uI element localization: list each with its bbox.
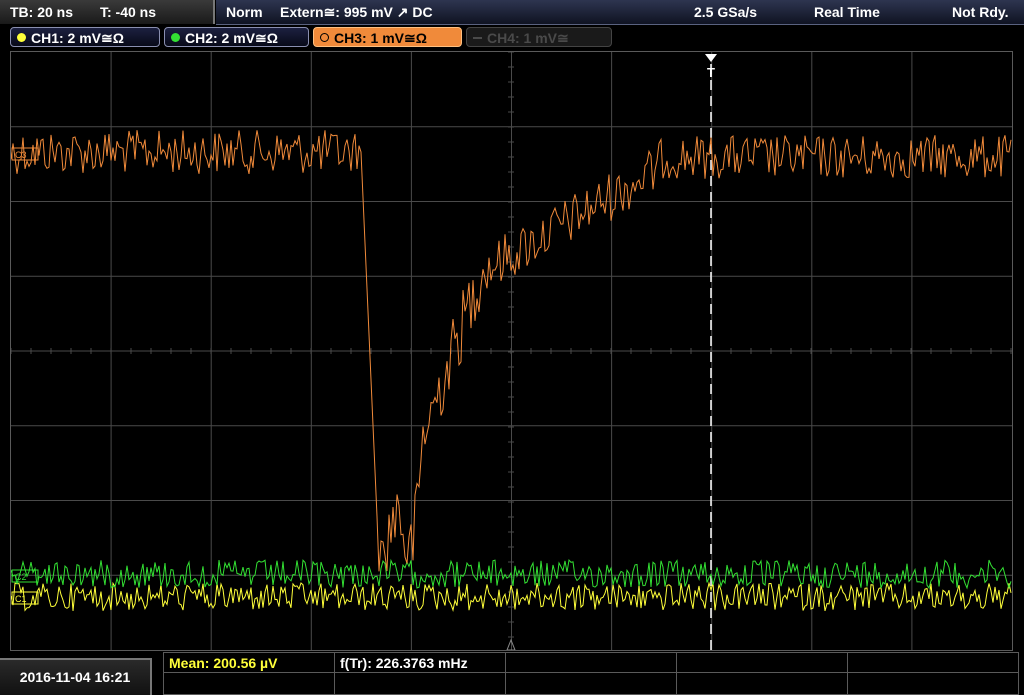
- trigger-source: Extern≅: 995 mV ↗ DC: [280, 4, 433, 20]
- acquisition-status-strip[interactable]: Norm Extern≅: 995 mV ↗ DC 2.5 GSa/s Real…: [216, 0, 1024, 25]
- measurement-slot-3[interactable]: [505, 652, 677, 673]
- top-status-bar: TB: 20 ns T: -40 ns Norm Extern≅: 995 mV…: [0, 0, 1024, 25]
- tab-ch4[interactable]: CH4: 1 mV≅: [466, 27, 612, 47]
- trigger-letter: T: [707, 65, 715, 80]
- frequency-measurement[interactable]: f(Tr): 226.3763 mHz: [334, 652, 506, 673]
- ch2-level-marker[interactable]: C2: [11, 569, 39, 583]
- measurement-slot-6[interactable]: [163, 672, 335, 695]
- bottom-bar: 2016-11-04 16:21 Mean: 200.56 µV f(Tr): …: [0, 652, 1024, 695]
- trigger-arrow-icon[interactable]: [705, 54, 717, 62]
- channel-tabs: CH1: 2 mV≅Ω CH2: 2 mV≅Ω CH3: 1 mV≅Ω CH4:…: [0, 26, 1024, 48]
- timebase-value: TB: 20 ns: [10, 4, 74, 20]
- ch2-indicator-icon: [171, 33, 180, 42]
- ready-status: Not Rdy.: [952, 4, 1009, 20]
- measurement-slot-10[interactable]: [847, 672, 1019, 695]
- waveform-canvas: T C3 C2 C1: [11, 52, 1012, 650]
- measurement-slot-9[interactable]: [676, 672, 848, 695]
- tab-ch2[interactable]: CH2: 2 mV≅Ω: [164, 27, 309, 47]
- ch3-level-label: C3: [15, 150, 27, 160]
- ch1-label: CH1: 2 mV≅Ω: [31, 30, 124, 46]
- ch3-indicator-icon: [320, 33, 329, 42]
- datetime-display: 2016-11-04 16:21: [0, 658, 152, 695]
- ch2-level-label: C2: [15, 572, 27, 582]
- ch4-indicator-icon: [473, 37, 482, 39]
- ch3-label: CH3: 1 mV≅Ω: [334, 30, 427, 46]
- mean-measurement[interactable]: Mean: 200.56 µV: [163, 652, 335, 673]
- tab-ch3[interactable]: CH3: 1 mV≅Ω: [313, 27, 462, 47]
- ch2-label: CH2: 2 mV≅Ω: [185, 30, 278, 46]
- ch1-indicator-icon: [17, 33, 26, 42]
- measurement-slot-5[interactable]: [847, 652, 1019, 673]
- ch4-label: CH4: 1 mV≅: [487, 30, 569, 46]
- measurement-slot-7[interactable]: [334, 672, 506, 695]
- measurement-table[interactable]: Mean: 200.56 µV f(Tr): 226.3763 mHz: [163, 652, 1024, 695]
- ch1-level-label: C1: [15, 594, 27, 604]
- measurement-slot-4[interactable]: [676, 652, 848, 673]
- timebase-box[interactable]: TB: 20 ns T: -40 ns: [0, 0, 215, 24]
- tab-ch1[interactable]: CH1: 2 mV≅Ω: [10, 27, 160, 47]
- acquisition-mode: Norm: [226, 4, 263, 20]
- sample-rate: 2.5 GSa/s: [694, 4, 758, 20]
- trigger-offset-value: T: -40 ns: [100, 4, 157, 20]
- realtime-mode: Real Time: [814, 4, 880, 20]
- waveform-display[interactable]: T C3 C2 C1: [10, 51, 1013, 651]
- measurement-slot-8[interactable]: [505, 672, 677, 695]
